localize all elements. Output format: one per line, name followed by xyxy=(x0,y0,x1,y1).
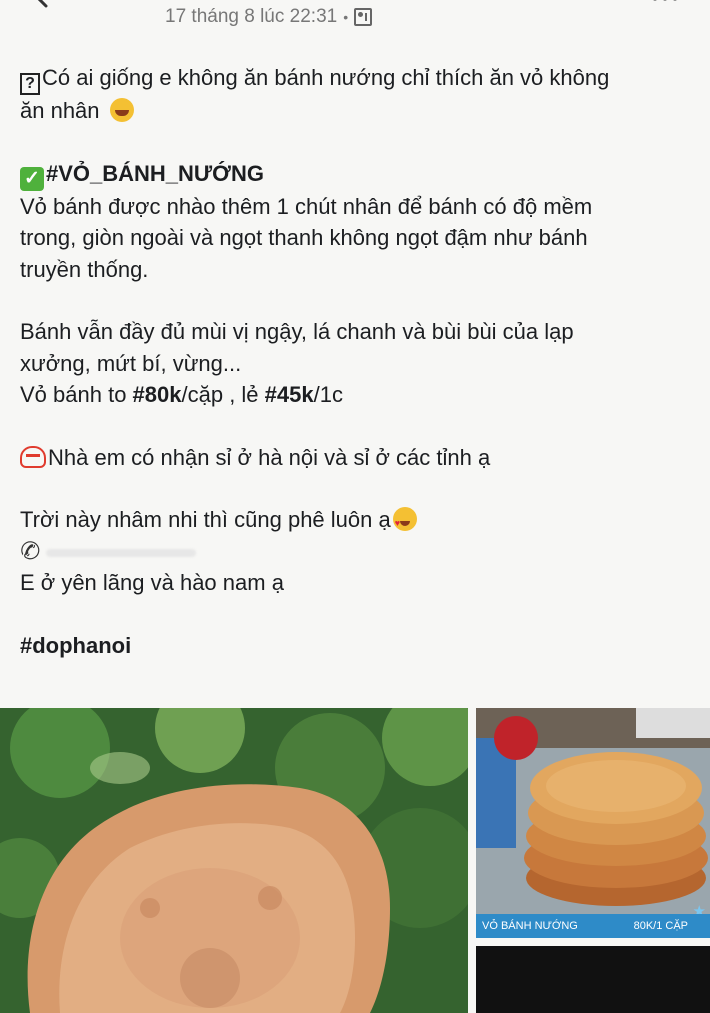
privacy-icon xyxy=(354,8,373,26)
caption-left: VỎ BÁNH NƯỚNG xyxy=(482,920,578,932)
flavor-paragraph: Bánh vẫn đầy đủ mùi vị ngậy, lá chanh và… xyxy=(20,316,690,411)
wholesale-text: Nhà em có nhận sỉ ở hà nội và sỉ ở các t… xyxy=(48,444,491,470)
heart-eyes-emoji-icon xyxy=(392,507,417,540)
price-pair-hashtag[interactable]: #80k xyxy=(133,382,182,407)
intro-paragraph: ? Có ai giống e không ăn bánh nướng chỉ t… xyxy=(20,62,690,127)
mooncake-stack-photo[interactable]: ★ VỎ BÁNH NƯỚNG 80K/1 CẶP xyxy=(476,708,710,938)
post-meta: 17 tháng 8 lúc 22:31 • xyxy=(165,6,373,28)
mooncake-closeup-image xyxy=(0,708,468,1013)
description-paragraph: ✓ #VỎ_BÁNH_NƯỚNG Vỏ bánh được nhào thêm 1… xyxy=(20,158,690,286)
post-header: 17 tháng 8 lúc 22:31 • xyxy=(0,0,710,40)
mooncake-photo-left[interactable] xyxy=(0,708,468,1013)
desc-line-2: trong, giòn ngoài và ngọt thanh không ng… xyxy=(20,225,588,250)
question-box-icon: ? xyxy=(20,73,40,95)
caption-right: 80K/1 CẶP xyxy=(633,920,688,932)
back-arrow-icon[interactable] xyxy=(26,0,52,12)
more-icon[interactable] xyxy=(650,0,680,4)
weather-text: Trời này nhâm nhi thì cũng phê luôn ạ xyxy=(20,507,391,532)
phone-icon: ✆ xyxy=(17,535,43,567)
weather-paragraph: Trời này nhâm nhi thì cũng phê luôn ạ ✆ … xyxy=(17,504,690,599)
check-mark-icon: ✓ xyxy=(20,166,44,191)
hashtag-title[interactable]: #VỎ_BÁNH_NƯỚNG xyxy=(46,161,264,186)
intro-line-2: ăn nhân xyxy=(20,95,690,127)
hashtag-title-line: ✓ #VỎ_BÁNH_NƯỚNG xyxy=(20,158,690,191)
image-caption-bar: VỎ BÁNH NƯỚNG 80K/1 CẶP xyxy=(476,914,710,938)
desc-line-1: Vỏ bánh được nhào thêm 1 chút nhân để bá… xyxy=(20,193,593,219)
blurred-phone-number xyxy=(46,548,197,557)
flavor-line-1: Bánh vẫn đầy đủ mùi vị ngậy, lá chanh và… xyxy=(20,319,574,344)
phone-line: ✆ xyxy=(17,535,690,568)
dark-photo-thumbnail[interactable] xyxy=(476,946,710,1013)
mooncake-stack-image xyxy=(476,708,710,938)
footer-hashtag[interactable]: #dophanoi xyxy=(20,630,690,662)
post-body: ? Có ai giống e không ăn bánh nướng chỉ t… xyxy=(17,62,690,692)
location-text: E ở yên lãng và hào nam ạ xyxy=(20,570,284,595)
price-single-hashtag[interactable]: #45k xyxy=(265,382,314,407)
wholesale-paragraph: Nhà em có nhận sỉ ở hà nội và sỉ ở các t… xyxy=(20,442,690,474)
flavor-line-2: xưởng, mứt bí, vừng... xyxy=(20,350,242,376)
price-line: Vỏ bánh to #80k/cặp , lẻ #45k/1c xyxy=(20,382,343,407)
meta-separator: • xyxy=(343,9,349,25)
post-timestamp[interactable]: 17 tháng 8 lúc 22:31 xyxy=(165,6,337,28)
intro-line-1: ? Có ai giống e không ăn bánh nướng chỉ t… xyxy=(20,62,690,95)
hundred-icon xyxy=(20,445,46,468)
footer-hashtag-paragraph: #dophanoi xyxy=(20,630,690,662)
laughing-emoji-icon xyxy=(109,98,134,122)
desc-line-3: truyền thống. xyxy=(20,256,149,282)
